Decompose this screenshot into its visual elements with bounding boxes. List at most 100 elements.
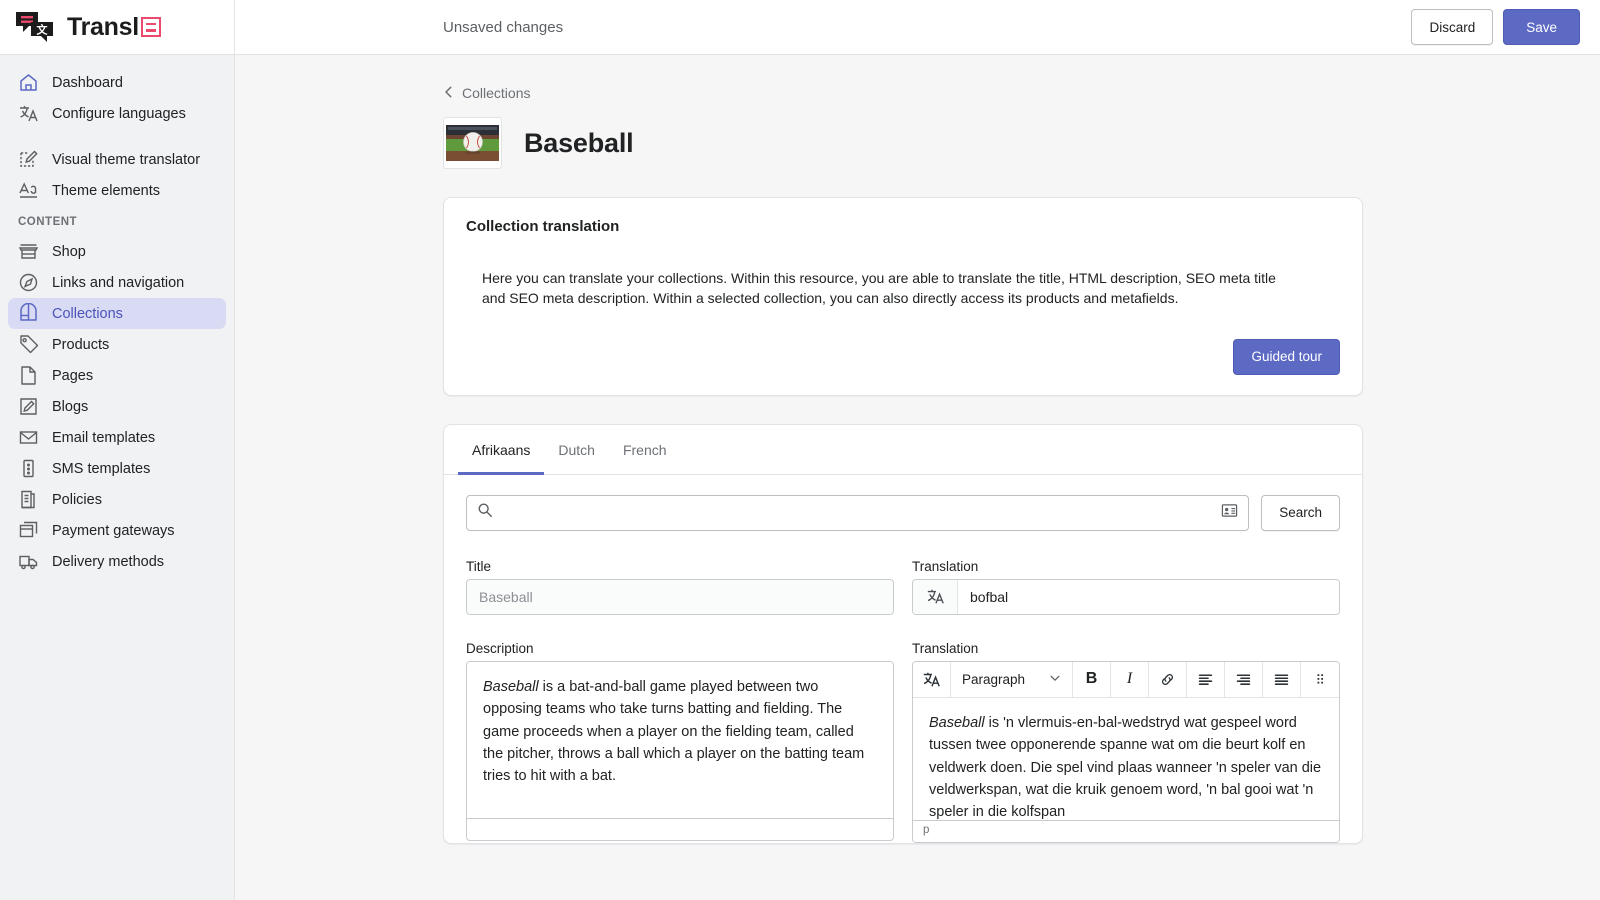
sidebar-item-delivery-methods[interactable]: Delivery methods (8, 546, 226, 577)
tag-icon (18, 334, 39, 355)
search-icon (477, 502, 493, 523)
page-content: Collections Baseball Collection translat… (443, 55, 1363, 844)
sidebar-item-label: Delivery methods (52, 553, 165, 570)
sidebar-item-sms-templates[interactable]: SMS templates (8, 453, 226, 484)
bold-button[interactable]: B (1073, 661, 1111, 697)
sidebar-item-label: Theme elements (52, 182, 160, 199)
align-left-icon[interactable] (1187, 661, 1225, 697)
sidebar-item-pages[interactable]: Pages (8, 360, 226, 391)
description-rest: is a bat-and-ball game played between tw… (483, 678, 865, 785)
sidebar-item-links-and-navigation[interactable]: Links and navigation (8, 267, 226, 298)
chevron-left-icon (443, 85, 455, 101)
description-field-row: Description Baseball is a bat-and-ball g… (466, 641, 1340, 843)
tab-afrikaans[interactable]: Afrikaans (458, 425, 545, 475)
compass-icon (18, 272, 39, 293)
title-translation-label: Translation (912, 558, 979, 574)
card-actions: Guided tour (466, 338, 1340, 375)
translate-app-logo-icon: 文 (14, 10, 58, 44)
content-scroll-region: Collections Baseball Collection translat… (235, 55, 1600, 900)
title-field-group: Title (466, 559, 894, 615)
page-header: Baseball (443, 117, 1363, 169)
sidebar-item-shop[interactable]: Shop (8, 236, 226, 267)
breadcrumb[interactable]: Collections (443, 85, 1363, 101)
main-area: Unsaved changes Discard Save Collections (235, 0, 1600, 900)
sidebar-item-label: Visual theme translator (52, 151, 201, 168)
sidebar-item-policies[interactable]: Policies (8, 484, 226, 515)
align-right-icon[interactable] (1225, 661, 1263, 697)
description-translation-label: Translation (912, 640, 979, 656)
page-icon (18, 365, 39, 386)
app-root: 文 Transl Dashboard Configure languages V… (0, 0, 1600, 900)
collection-thumbnail (443, 117, 502, 169)
tab-dutch[interactable]: Dutch (544, 425, 609, 475)
description-textarea-footer (466, 818, 894, 841)
discard-button[interactable]: Discard (1411, 9, 1494, 45)
sidebar-item-label: Policies (52, 491, 102, 508)
rich-text-editor: Paragraph B I Baseball is 'n vlermuis-en… (912, 660, 1340, 843)
description-group: Description Baseball is a bat-and-ball g… (466, 641, 894, 843)
cards-icon (18, 520, 39, 541)
title-label: Title (466, 558, 492, 574)
card-description: Here you can translate your collections.… (482, 270, 1276, 307)
store-icon (18, 241, 39, 262)
sidebar-item-label: Links and navigation (52, 274, 185, 291)
sidebar-item-payment-gateways[interactable]: Payment gateways (8, 515, 226, 546)
title-input[interactable] (466, 578, 894, 615)
rich-text-body[interactable]: Baseball is 'n vlermuis-en-bal-wedstryd … (913, 698, 1339, 820)
collection-icon (18, 302, 39, 324)
description-translation-group: Translation Paragraph B I Baseball is 'n… (912, 641, 1340, 843)
sidebar-item-products[interactable]: Products (8, 329, 226, 360)
collection-translation-card: Collection translation Here you can tran… (443, 197, 1363, 396)
pencil-square-icon (18, 396, 39, 417)
envelope-icon (18, 427, 39, 448)
block-format-value: Paragraph (962, 671, 1026, 687)
brand-name: Transl (67, 13, 161, 42)
search-button[interactable]: Search (1261, 494, 1340, 531)
sidebar-item-theme-elements[interactable]: Theme elements (8, 175, 226, 206)
brand-square-icon (140, 17, 161, 37)
truck-icon (18, 551, 39, 572)
block-format-select[interactable]: Paragraph (951, 661, 1073, 697)
sidebar-item-label: Pages (52, 367, 94, 384)
translate-icon[interactable] (913, 661, 951, 697)
sidebar-item-visual-theme-translator[interactable]: Visual theme translator (8, 144, 226, 175)
search-input[interactable] (501, 495, 1214, 530)
description-textarea[interactable]: Baseball is a bat-and-ball game played b… (466, 660, 894, 819)
page-title: Baseball (524, 127, 634, 158)
brand-logo-area[interactable]: 文 Transl (0, 0, 234, 55)
sidebar-item-blogs[interactable]: Blogs (8, 391, 226, 422)
sidebar-item-collections[interactable]: Collections (8, 298, 226, 329)
rich-text-toolbar: Paragraph B I (913, 661, 1339, 698)
sidebar-section-content: CONTENT (18, 216, 78, 228)
sidebar-item-label: Collections (52, 305, 123, 322)
sidebar-item-label: Shop (52, 243, 86, 260)
translation-panel-card: Afrikaans Dutch French Search Title Base… (443, 423, 1363, 844)
translate-icon (18, 103, 39, 124)
card-heading: Collection translation (466, 218, 620, 235)
tab-french[interactable]: French (609, 425, 681, 475)
sidebar-item-dashboard[interactable]: Dashboard (8, 67, 226, 98)
save-bar: Unsaved changes Discard Save (235, 0, 1600, 55)
guided-tour-button[interactable]: Guided tour (1233, 338, 1340, 375)
sidebar-item-email-templates[interactable]: Email templates (8, 422, 226, 453)
link-icon[interactable] (1149, 661, 1187, 697)
unsaved-changes-label: Unsaved changes (443, 18, 564, 36)
search-box[interactable] (466, 494, 1250, 531)
save-button[interactable]: Save (1503, 9, 1580, 45)
title-translation-input[interactable] (958, 579, 1339, 614)
align-justify-icon[interactable] (1263, 661, 1301, 697)
title-translation-group: Translation (912, 559, 1340, 615)
sidebar-item-label: Dashboard (52, 74, 123, 91)
drag-dots-icon[interactable] (1301, 661, 1339, 697)
sidebar-item-configure-languages[interactable]: Configure languages (8, 98, 226, 129)
italic-button[interactable]: I (1111, 661, 1149, 697)
home-icon (18, 72, 39, 93)
theme-edit-icon (18, 149, 39, 170)
sidebar: 文 Transl Dashboard Configure languages V… (0, 0, 235, 900)
breadcrumb-label: Collections (462, 85, 531, 101)
translate-icon[interactable] (913, 579, 958, 614)
sidebar-item-label: Products (52, 336, 110, 353)
brand-name-text: Transl (67, 12, 139, 41)
sidebar-item-label: SMS templates (52, 460, 151, 477)
contact-card-icon[interactable] (1221, 502, 1238, 524)
